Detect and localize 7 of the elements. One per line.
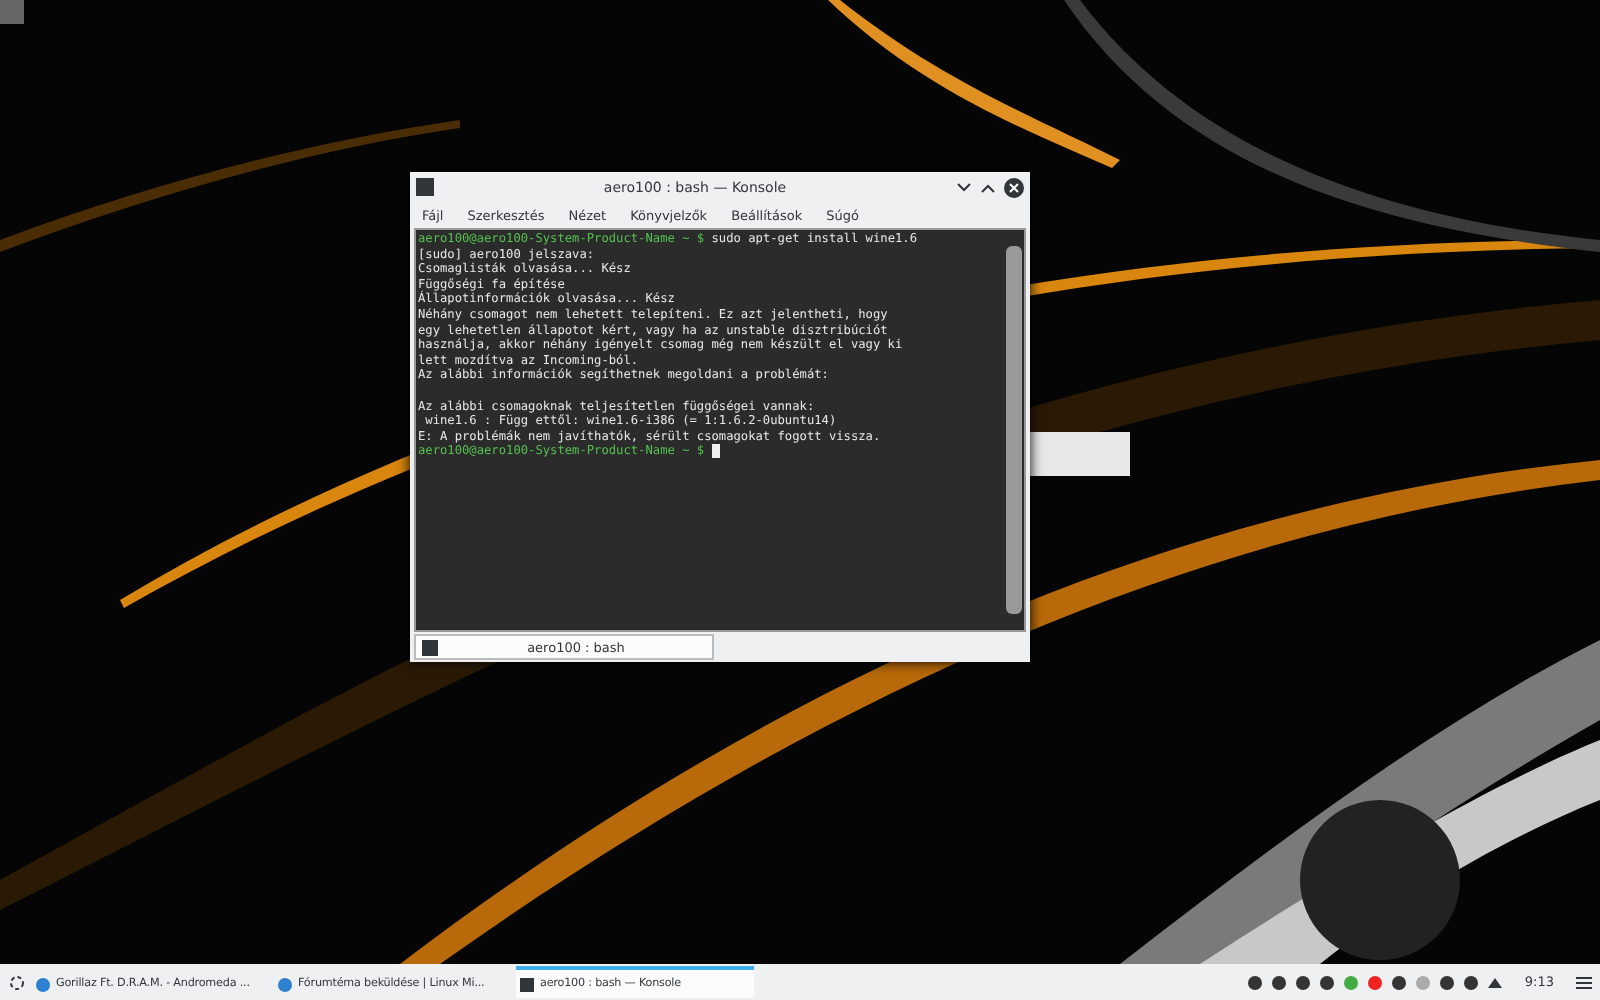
minimize-icon[interactable] (956, 181, 972, 193)
terminal-icon (520, 977, 534, 991)
menu-icon[interactable] (1576, 975, 1592, 989)
expand-icon[interactable] (1488, 977, 1503, 987)
launcher-icon[interactable] (8, 973, 26, 991)
close-icon[interactable] (1004, 177, 1024, 197)
maximize-icon[interactable] (980, 181, 996, 193)
